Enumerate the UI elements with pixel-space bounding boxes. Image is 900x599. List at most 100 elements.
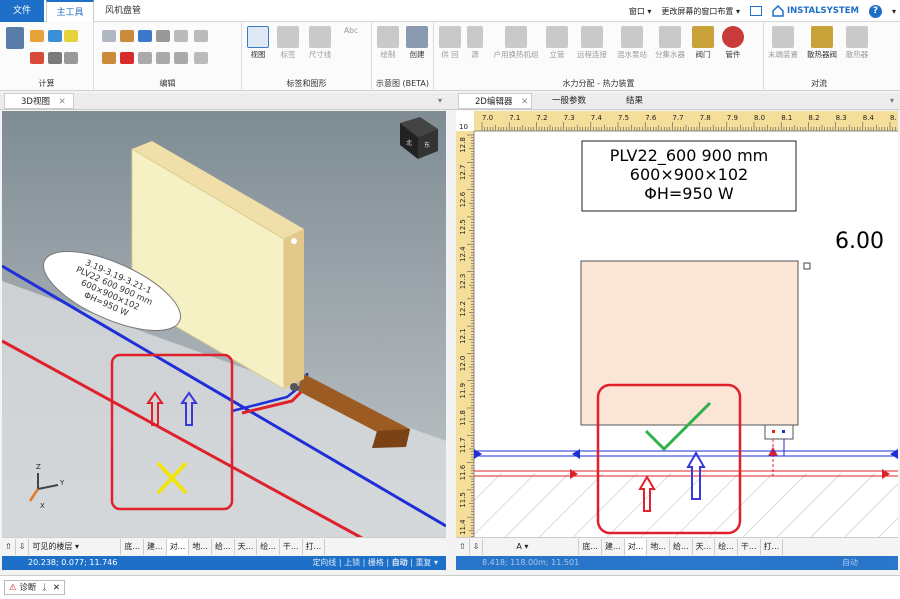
tab-fan-coil[interactable]: 风机盘管	[98, 0, 148, 22]
arrow-down-icon[interactable]: ⇩	[470, 538, 484, 555]
close-icon[interactable]: ✕	[53, 583, 60, 593]
highlight-icon[interactable]	[64, 30, 78, 42]
editor-2d[interactable]: 10 7.0 7.1 7.2 7.3 7.4 7.5 7.6 7.7 7.8 7.9 8.0 8.1 8…	[456, 111, 898, 538]
tab-file[interactable]: 文件	[0, 0, 44, 22]
radiator-button[interactable]: 散热器	[842, 26, 872, 59]
draw-button[interactable]: 绘制	[376, 26, 400, 59]
household-button[interactable]: 户用换热机组	[488, 26, 544, 59]
tab-main-tools[interactable]: 主工具	[46, 0, 94, 22]
fitting-button[interactable]: 管件	[720, 26, 746, 59]
wooden-board-end	[372, 429, 410, 448]
copy-icon[interactable]	[102, 30, 116, 42]
create-button[interactable]: 创建	[404, 26, 430, 59]
arrow-up-icon[interactable]: ⇧	[456, 538, 470, 555]
scene-3d[interactable]: 3.19-3.19-3.21-1 PLV22 600 900 mm 600×90…	[2, 111, 446, 538]
manifold-button[interactable]: 分集水器	[652, 26, 688, 59]
close-icon[interactable]: ✕	[521, 97, 528, 107]
view-3d[interactable]: 3.19-3.19-3.21-1 PLV22 600 900 mm 600×90…	[2, 111, 446, 538]
check-icon[interactable]	[30, 52, 44, 64]
view-button[interactable]: 视图	[246, 26, 270, 59]
cut-icon[interactable]	[102, 52, 116, 64]
layout-menu[interactable]: 更改屏幕的窗口布置 ▾	[661, 6, 740, 17]
radvalve-button[interactable]: 散热器阀	[804, 26, 840, 59]
rotate-icon[interactable]	[194, 30, 208, 42]
tab-general-params[interactable]: 一般参数	[536, 93, 616, 109]
layout-menu-label: 更改屏幕的窗口布置	[661, 6, 734, 16]
source-button[interactable]: 源	[466, 26, 484, 59]
tab-3d-view[interactable]: 3D视图 ✕	[4, 93, 74, 109]
align-icon[interactable]	[156, 30, 170, 42]
fitting-label: 管件	[725, 50, 741, 59]
abc-button[interactable]: Abc	[338, 26, 364, 35]
layer-tab[interactable]: 打...	[303, 538, 326, 555]
status-item[interactable]: 自动	[392, 558, 408, 567]
snap-icon[interactable]	[174, 52, 188, 64]
label-button[interactable]: 标签	[276, 26, 300, 59]
layer-tab[interactable]: 打...	[761, 538, 784, 555]
layer-tab[interactable]: 天...	[235, 538, 258, 555]
window-layout-icon[interactable]	[749, 6, 762, 16]
layer-tab[interactable]: 对...	[624, 538, 648, 555]
layer-tab[interactable]: 绘...	[257, 538, 280, 555]
riser-button[interactable]: 立管	[546, 26, 568, 59]
supply-button[interactable]: 供 回	[438, 26, 462, 59]
arrow-up-icon[interactable]: ⇧	[2, 538, 16, 555]
collapse-ribbon-icon[interactable]: ▾	[892, 7, 896, 16]
arrow-down-icon[interactable]: ⇩	[16, 538, 30, 555]
move-icon[interactable]	[174, 30, 188, 42]
delete-icon[interactable]	[120, 52, 134, 64]
layer-tab[interactable]: 给...	[212, 538, 235, 555]
print-icon[interactable]	[64, 52, 78, 64]
layer-tab[interactable]: 建...	[602, 538, 625, 555]
tab-diagnostics[interactable]: ⚠ 诊断 ᛣ ✕	[4, 580, 65, 595]
window-menu[interactable]: 窗口 ▾	[629, 6, 652, 17]
right-panel-menu-icon[interactable]: ▾	[890, 96, 894, 105]
ruler-x-label: 8.0	[754, 114, 765, 122]
paste-icon[interactable]	[120, 30, 134, 42]
pin-icon[interactable]: ᛣ	[42, 583, 47, 593]
status-item[interactable]: 自动	[842, 556, 858, 570]
calc-table-icon[interactable]	[6, 27, 24, 49]
brand-logo: INSTALSYSTEM	[772, 5, 859, 17]
results-icon[interactable]	[48, 30, 62, 42]
tab-results[interactable]: 结果	[610, 93, 670, 109]
group-icon[interactable]	[156, 52, 170, 64]
status-item[interactable]: 重复	[415, 558, 431, 567]
floor-dropdown[interactable]: A ▾	[483, 538, 580, 555]
close-icon[interactable]: ✕	[59, 97, 66, 107]
layer-tab[interactable]: 干...	[738, 538, 761, 555]
resize-handle[interactable]	[803, 262, 811, 270]
status-item[interactable]: 定向线	[312, 558, 336, 567]
layer-tab[interactable]: 绘...	[715, 538, 738, 555]
layer-tab[interactable]: 地...	[647, 538, 670, 555]
layer-tab[interactable]: 建...	[144, 538, 167, 555]
status-item[interactable]: 上锁	[344, 558, 360, 567]
select-icon[interactable]	[194, 52, 208, 64]
source-icon	[467, 26, 483, 48]
radiator-body[interactable]	[580, 260, 799, 426]
pump-button[interactable]: 混水泵站	[614, 26, 650, 59]
tab-2d-editor[interactable]: 2D编辑器 ✕	[458, 93, 532, 109]
layer-tab[interactable]: 底...	[121, 538, 145, 555]
help-icon[interactable]: ?	[868, 4, 882, 18]
visible-floors-dropdown[interactable]: 可见的楼层 ▾	[29, 538, 122, 555]
cube-face-north: 北	[406, 139, 412, 147]
layer-tab[interactable]: 地...	[189, 538, 212, 555]
valve-button[interactable]: 阀门	[690, 26, 716, 59]
valve-connector[interactable]	[764, 424, 794, 440]
layer-tab[interactable]: 对...	[166, 538, 190, 555]
endunit-button[interactable]: 末端装置	[766, 26, 800, 59]
status-item[interactable]: 栅格	[368, 558, 384, 567]
remote-button[interactable]: 远程连接	[572, 26, 612, 59]
settings-icon[interactable]	[48, 52, 62, 64]
left-panel-menu-icon[interactable]: ▾	[438, 96, 442, 105]
undo-icon[interactable]	[138, 30, 152, 42]
layer-tab[interactable]: 底...	[579, 538, 603, 555]
layer-tab[interactable]: 干...	[280, 538, 303, 555]
editor-2d-canvas[interactable]: 10 7.0 7.1 7.2 7.3 7.4 7.5 7.6 7.7 7.8 7.9 8.0 8.1 8…	[456, 111, 898, 538]
mirror-icon[interactable]	[138, 52, 152, 64]
dimension-button[interactable]: 尺寸线	[304, 26, 336, 59]
calc-icon[interactable]	[30, 30, 44, 42]
layer-tab[interactable]: 给...	[670, 538, 693, 555]
layer-tab[interactable]: 天...	[693, 538, 716, 555]
